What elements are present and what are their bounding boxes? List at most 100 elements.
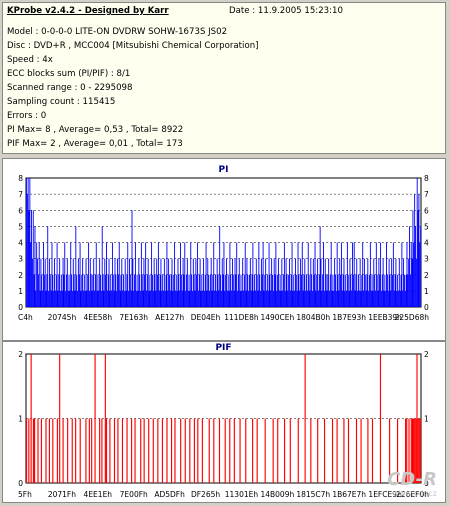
bar bbox=[88, 242, 90, 307]
bar bbox=[281, 258, 283, 307]
bar bbox=[256, 274, 258, 307]
bar bbox=[72, 258, 74, 307]
bar bbox=[325, 274, 327, 307]
bar bbox=[304, 354, 306, 483]
bar bbox=[249, 258, 251, 307]
bar bbox=[143, 258, 145, 307]
bar bbox=[97, 274, 99, 307]
bar bbox=[33, 418, 36, 483]
bar bbox=[343, 258, 345, 307]
bar bbox=[109, 290, 111, 307]
bar bbox=[242, 258, 244, 307]
bar bbox=[329, 290, 330, 307]
bar bbox=[142, 290, 144, 307]
bar bbox=[244, 242, 246, 307]
bar bbox=[363, 258, 365, 307]
bar bbox=[139, 274, 141, 307]
y-tick-label-left: 5 bbox=[18, 222, 23, 231]
bar bbox=[177, 258, 179, 307]
y-tick-label-left: 6 bbox=[18, 206, 23, 215]
bar bbox=[260, 290, 262, 307]
bar bbox=[323, 290, 325, 307]
bar bbox=[184, 418, 186, 483]
bar bbox=[306, 274, 307, 307]
bar bbox=[292, 290, 294, 307]
x-tick-label: 4EE58h bbox=[84, 313, 113, 322]
bar bbox=[288, 274, 290, 307]
x-tick-label: 20745h bbox=[48, 313, 77, 322]
bar bbox=[105, 418, 108, 483]
bar bbox=[395, 258, 397, 307]
bar bbox=[289, 258, 290, 307]
bar bbox=[32, 418, 34, 483]
bar bbox=[416, 354, 418, 483]
bar bbox=[399, 290, 401, 307]
bar bbox=[403, 258, 405, 307]
y-tick-label-left: 2 bbox=[18, 350, 23, 359]
bar bbox=[218, 290, 220, 307]
bar bbox=[341, 290, 343, 307]
bar bbox=[209, 290, 210, 307]
bar bbox=[124, 258, 126, 307]
disc-info-panel: KProbe v2.4.2 - Designed by Karr Date : … bbox=[2, 2, 446, 154]
bar bbox=[299, 290, 301, 307]
bar bbox=[364, 274, 366, 307]
bar bbox=[347, 418, 350, 483]
bar bbox=[393, 290, 395, 307]
bar bbox=[240, 274, 242, 307]
bar bbox=[210, 258, 212, 307]
bar bbox=[48, 418, 50, 483]
bar bbox=[43, 242, 44, 307]
bar bbox=[402, 290, 404, 307]
bar bbox=[137, 290, 139, 307]
bar bbox=[385, 290, 387, 307]
bar bbox=[238, 258, 240, 307]
bar bbox=[363, 290, 365, 307]
bar bbox=[373, 258, 375, 307]
watermark-logo: CD-R bbox=[387, 469, 437, 490]
bar bbox=[176, 290, 178, 307]
bar bbox=[138, 258, 140, 307]
bar bbox=[361, 274, 363, 307]
y-tick-label-right: 2 bbox=[424, 350, 429, 359]
bar bbox=[343, 418, 345, 483]
bar bbox=[108, 258, 110, 307]
bar bbox=[64, 242, 66, 307]
bar bbox=[30, 242, 32, 307]
bar bbox=[107, 274, 109, 307]
bar bbox=[410, 242, 412, 307]
bar bbox=[88, 418, 90, 483]
bar bbox=[251, 274, 253, 307]
bar bbox=[369, 274, 370, 307]
bar bbox=[263, 290, 265, 307]
bar bbox=[296, 290, 298, 307]
bar bbox=[172, 290, 174, 307]
x-tick-label: 1815C7h bbox=[296, 490, 330, 499]
bar bbox=[95, 242, 97, 307]
bar bbox=[135, 290, 137, 307]
bar bbox=[91, 290, 93, 307]
y-tick-label-left: 1 bbox=[18, 287, 23, 296]
bar bbox=[211, 290, 213, 307]
y-tick-label-right: 2 bbox=[424, 271, 429, 280]
bar bbox=[367, 258, 369, 307]
pif-chart: PIF0 01 12 25Fh 2071Fh 4EE1Eh 7E00Fh AD5DFh DF26… bbox=[18, 343, 429, 499]
bar bbox=[180, 274, 182, 307]
bar bbox=[46, 274, 48, 307]
bar bbox=[140, 242, 142, 307]
y-tick-label-left: 8 bbox=[18, 174, 23, 183]
bar bbox=[307, 242, 309, 307]
bar bbox=[312, 258, 314, 307]
bar bbox=[223, 242, 225, 307]
bar bbox=[153, 258, 155, 307]
bar bbox=[366, 274, 368, 307]
bar bbox=[76, 274, 78, 307]
bar bbox=[231, 290, 233, 307]
bar bbox=[386, 242, 387, 307]
bar bbox=[358, 274, 359, 307]
x-tick-label: DF265h bbox=[191, 490, 220, 499]
bar bbox=[311, 274, 313, 307]
bar bbox=[208, 418, 210, 483]
bar bbox=[93, 258, 95, 307]
bar bbox=[92, 274, 94, 307]
